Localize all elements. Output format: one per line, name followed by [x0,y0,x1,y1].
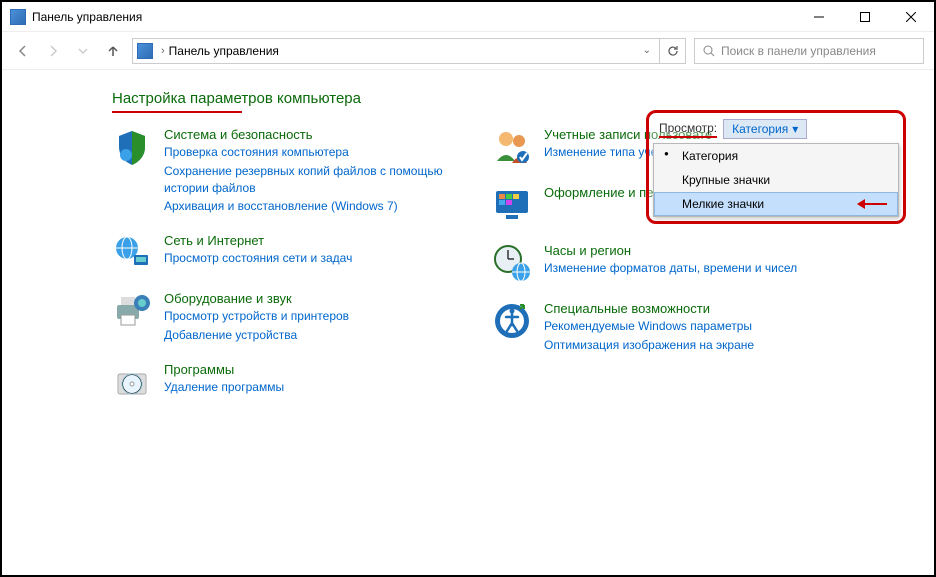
monitor-icon[interactable] [492,185,532,225]
category-title[interactable]: Система и безопасность [164,127,452,142]
annotation-underline [112,111,242,113]
category-title[interactable]: Часы и регион [544,243,797,258]
view-label: Просмотр: [659,121,717,138]
category-link[interactable]: Сохранение резервных копий файлов с помо… [164,163,452,197]
dropdown-arrow-icon: ▾ [792,122,798,136]
category-hardware: Оборудование и звук Просмотр устройств и… [112,291,452,344]
annotation-arrow-icon [857,198,887,210]
category-title[interactable]: Сеть и Интернет [164,233,352,248]
titlebar: Панель управления [2,2,934,32]
app-icon [10,9,26,25]
address-bar[interactable]: › Панель управления ⌄ [132,38,660,64]
category-link[interactable]: Просмотр устройств и принтеров [164,308,349,325]
breadcrumb-dropdown[interactable]: ⌄ [643,45,655,56]
navbar: › Панель управления ⌄ Поиск в панели упр… [2,32,934,70]
category-system: Система и безопасность Проверка состояни… [112,127,452,215]
window-title: Панель управления [32,10,142,24]
view-header: Просмотр: Категория ▾ [653,117,899,141]
view-dropdown-annotation: Просмотр: Категория ▾ Категория Крупные … [646,110,906,224]
category-link[interactable]: Архивация и восстановление (Windows 7) [164,198,452,215]
recent-dropdown[interactable] [72,40,94,62]
category-link[interactable]: Добавление устройства [164,327,349,344]
clock-globe-icon[interactable] [492,243,532,283]
chevron-right-icon[interactable]: › [161,45,165,57]
category-link[interactable]: Оптимизация изображения на экране [544,337,754,354]
back-button[interactable] [12,40,34,62]
category-link[interactable]: Удаление программы [164,379,284,396]
breadcrumb-label[interactable]: Панель управления [169,44,279,58]
category-accessibility: Специальные возможности Рекомендуемые Wi… [492,301,832,354]
printer-icon[interactable] [112,291,152,331]
forward-button[interactable] [42,40,64,62]
category-programs: Программы Удаление программы [112,362,452,402]
left-column: Система и безопасность Проверка состояни… [112,127,452,420]
shield-icon[interactable] [112,127,152,167]
refresh-button[interactable] [660,38,686,64]
control-panel-icon [137,43,153,59]
view-current-button[interactable]: Категория ▾ [723,119,807,139]
close-button[interactable] [888,2,934,31]
category-title[interactable]: Программы [164,362,284,377]
category-title[interactable]: Специальные возможности [544,301,754,316]
accessibility-icon[interactable] [492,301,532,341]
category-link[interactable]: Просмотр состояния сети и задач [164,250,352,267]
page-heading: Настройка параметров компьютера [112,90,906,107]
category-link[interactable]: Изменение форматов даты, времени и чисел [544,260,797,277]
search-placeholder: Поиск в панели управления [721,44,876,58]
category-link[interactable]: Рекомендуемые Windows параметры [544,318,754,335]
minimize-button[interactable] [796,2,842,31]
category-title[interactable]: Оборудование и звук [164,291,349,306]
users-icon[interactable] [492,127,532,167]
category-link[interactable]: Проверка состояния компьютера [164,144,452,161]
search-box[interactable]: Поиск в панели управления [694,38,924,64]
view-option-small-label: Мелкие значки [682,197,764,211]
view-option-small-icons[interactable]: Мелкие значки [654,192,898,216]
disc-icon[interactable] [112,362,152,402]
view-option-large-icons[interactable]: Крупные значки [654,168,898,192]
up-button[interactable] [102,40,124,62]
category-clock: Часы и регион Изменение форматов даты, в… [492,243,832,283]
view-option-category[interactable]: Категория [654,144,898,168]
search-icon [703,45,715,57]
view-current-text: Категория [732,122,788,136]
maximize-button[interactable] [842,2,888,31]
category-network: Сеть и Интернет Просмотр состояния сети … [112,233,452,273]
view-dropdown-menu: Категория Крупные значки Мелкие значки [653,143,899,217]
globe-icon[interactable] [112,233,152,273]
window-controls [796,2,934,31]
